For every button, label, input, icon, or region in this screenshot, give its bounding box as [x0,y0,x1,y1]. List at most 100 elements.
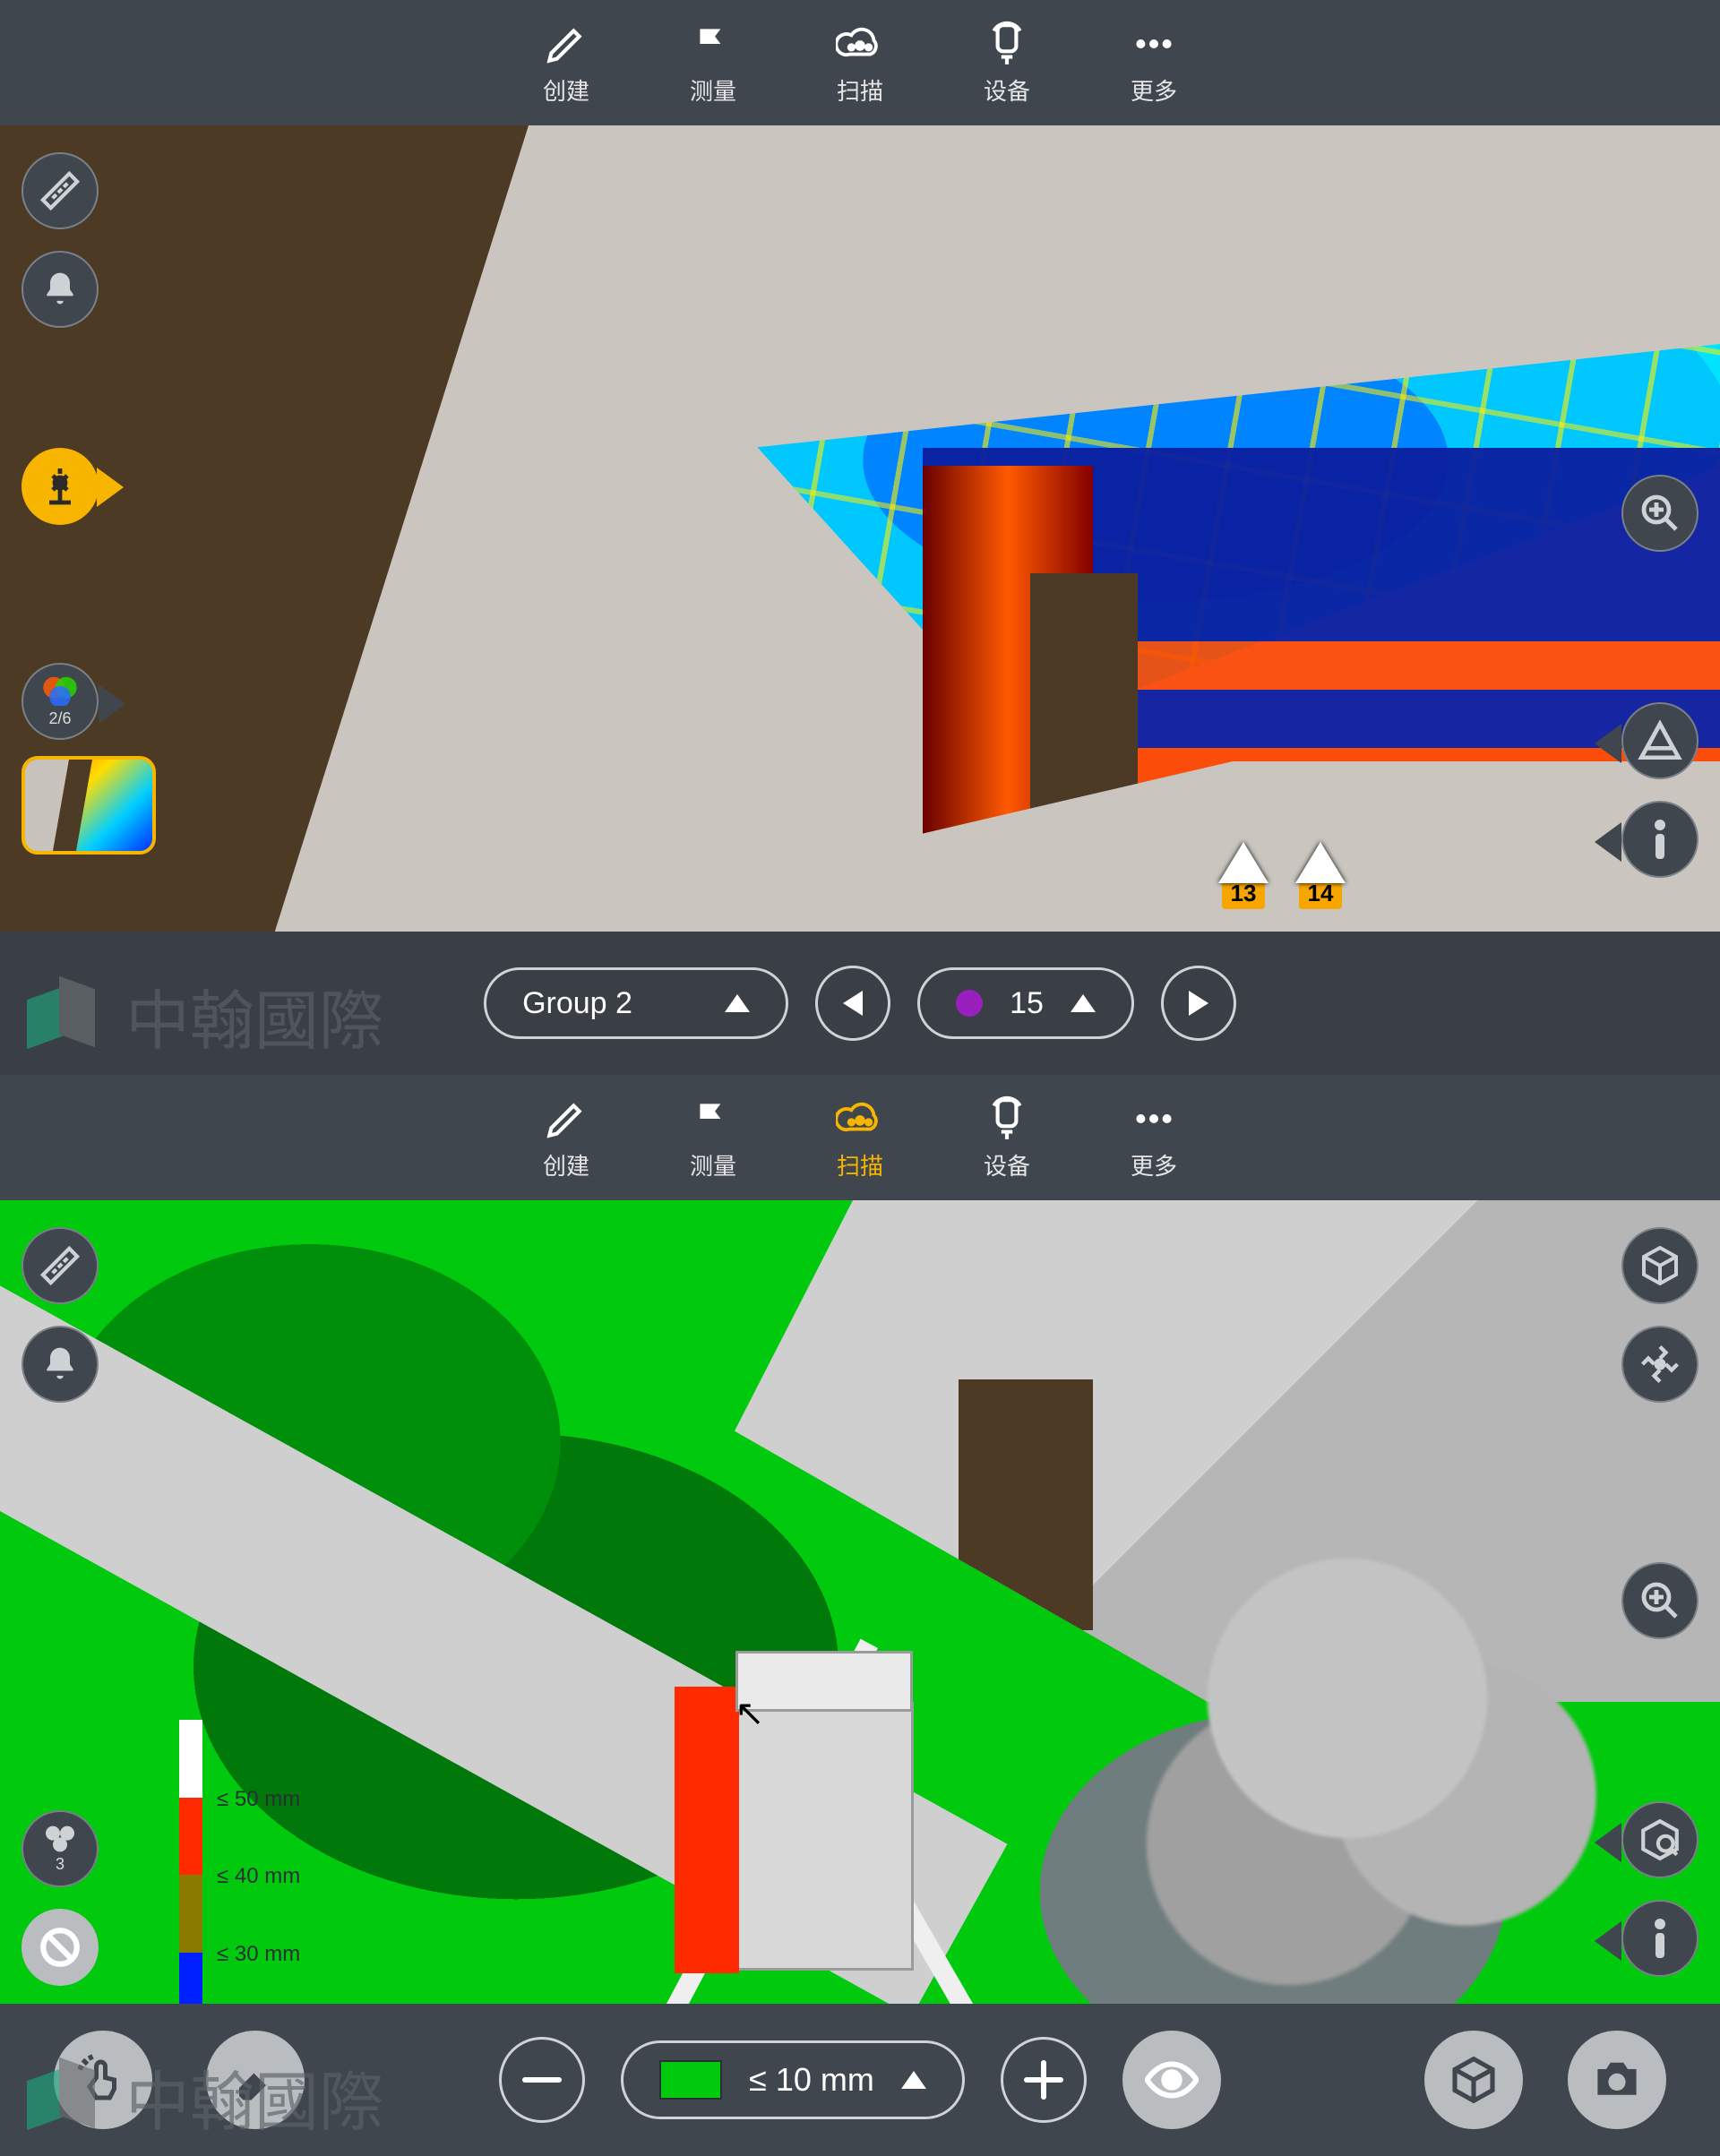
scan-marker-13[interactable]: 13 [1218,842,1268,909]
range-swatch [659,2060,722,2100]
orbit-icon [1637,1341,1683,1387]
alerts-button[interactable] [22,251,99,328]
toolbar-create-label: 创建 [543,73,589,107]
more-icon [1130,1095,1178,1143]
range-selector[interactable]: ≤ 10 mm [621,2040,965,2119]
toolbar-device[interactable]: 设备 [983,20,1031,107]
viewport-3d[interactable]: 13 14 [0,125,1720,932]
toolbar-more[interactable]: 更多 [1130,1095,1178,1181]
cube-icon [1638,1244,1681,1287]
toolbar-scan-label: 扫描 [837,1148,883,1181]
disabled-button[interactable] [22,1909,99,1986]
top-toolbar: 创建 测量 扫描 设备 更多 [0,0,1720,125]
info-button[interactable] [1621,801,1698,878]
viewport-3d[interactable]: ↖ ≤ 50 mm ≤ 40 mm ≤ 30 mm ≤ 20 m [0,1200,1720,2004]
ruler-icon [38,1243,82,1288]
flag-icon [689,20,737,68]
tap-icon [76,2053,130,2107]
toolbar-create[interactable]: 创建 [542,20,590,107]
toolbar-measure-label: 测量 [690,1148,736,1181]
ruler-icon [38,168,82,213]
group-label: Group 2 [522,986,632,1021]
warnings-button[interactable] [1621,702,1698,779]
points-count: 3 [56,1855,64,1874]
info-icon [1651,818,1669,861]
group-selector[interactable]: Group 2 [484,967,788,1039]
orbit-button[interactable] [1621,1326,1698,1403]
pillar-model [735,1702,914,1971]
increase-button[interactable] [1001,2037,1087,2123]
warning-triangle-icon [1638,718,1682,763]
toolbar-measure[interactable]: 测量 [689,1095,737,1181]
panel-deviation-view: 创建 测量 扫描 设备 更多 [0,1075,1720,2156]
toolbar-scan[interactable]: 扫描 [836,20,884,107]
toolbar-create-label: 创建 [543,1148,589,1181]
info-button[interactable] [1621,1900,1698,1977]
pencil-icon [542,1095,590,1143]
cloud-scan-icon [836,20,884,68]
right-tool-stack [1621,475,1698,878]
right-view-stack [1621,1227,1698,1639]
left-tool-stack [22,152,99,328]
toolbar-more-label: 更多 [1131,1148,1177,1181]
scene-hallway: 13 14 [0,125,1720,932]
left-tool-stack [22,1227,99,1403]
visibility-button[interactable] [1122,2031,1221,2129]
top-toolbar: 创建 测量 扫描 设备 更多 [0,1075,1720,1200]
toolbar-device-label: 设备 [984,73,1030,107]
camera-button[interactable] [1568,2031,1666,2129]
cube-outline-icon [1449,2055,1499,2105]
scan-number-selector[interactable]: 15 [917,967,1134,1039]
model-button[interactable] [1424,2031,1523,2129]
station-button[interactable] [22,448,99,525]
ruler-button[interactable] [22,152,99,229]
toolbar-scan-label: 扫描 [837,73,883,107]
chevron-up-icon [901,2071,926,2089]
toolbar-measure[interactable]: 测量 [689,20,737,107]
next-button[interactable] [1161,966,1236,1041]
bell-icon [40,1344,80,1384]
footer-nav: Group 2 15 [0,932,1720,1075]
range-label: ≤ 10 mm [749,2061,874,2099]
eye-icon [1145,2060,1199,2100]
points-button[interactable]: 3 [22,1810,99,1887]
legend-colorbar [179,1720,202,2004]
zoom-button[interactable] [1621,1562,1698,1639]
layers-button[interactable]: 2/6 [22,663,99,740]
marker-triangle-icon [1218,842,1268,883]
pencil-icon [542,20,590,68]
more-icon [1130,20,1178,68]
triangle-right-icon [1189,991,1208,1016]
scan-markers: 13 14 [1218,842,1346,909]
decrease-button[interactable] [499,2037,585,2123]
camera-icon [1591,2058,1643,2101]
bell-icon [40,270,80,309]
toolbar-measure-label: 测量 [690,73,736,107]
ruler-button[interactable] [22,1227,99,1304]
zoom-button[interactable] [1621,475,1698,552]
scan-marker-14[interactable]: 14 [1295,842,1346,909]
eraser-button[interactable] [206,2031,305,2129]
touch-mode-button[interactable] [54,2031,152,2129]
scan-number: 15 [1010,986,1044,1021]
device-icon [983,20,1031,68]
plus-icon [1024,2060,1063,2100]
toolbar-create[interactable]: 创建 [542,1095,590,1181]
chevron-up-icon [725,994,750,1012]
marker-triangle-icon [1295,842,1346,883]
magnifier-icon [1638,492,1681,535]
box-search-button[interactable] [1621,1801,1698,1878]
info-icon [1651,1917,1669,1960]
cube-search-icon [1638,1817,1682,1862]
view-cube-button[interactable] [1621,1227,1698,1304]
toolbar-more[interactable]: 更多 [1130,20,1178,107]
alerts-button[interactable] [22,1326,99,1403]
eraser-icon [231,2056,280,2104]
flag-icon [689,1095,737,1143]
scan-thumbnail[interactable] [22,756,156,855]
toolbar-scan-active[interactable]: 扫描 [836,1095,884,1181]
toolbar-device[interactable]: 设备 [983,1095,1031,1181]
prev-button[interactable] [815,966,890,1041]
no-entry-icon [38,1925,82,1970]
device-icon [983,1095,1031,1143]
